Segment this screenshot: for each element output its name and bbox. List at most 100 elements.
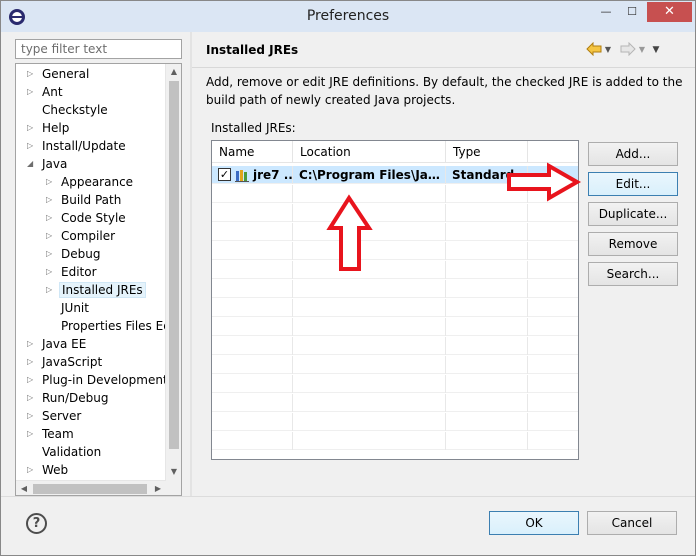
tree-collapsed-icon[interactable]: ▷: [27, 119, 37, 137]
tree-item-label: Installed JREs: [59, 282, 146, 298]
tree-expanded-icon[interactable]: ◢: [27, 155, 37, 173]
tree-item[interactable]: ▷ Compiler: [46, 227, 117, 245]
window-title: Preferences: [306, 8, 390, 24]
tree-horizontal-thumb[interactable]: [33, 484, 147, 494]
scroll-down-icon[interactable]: ▼: [166, 464, 181, 480]
empty-cell: [212, 185, 293, 203]
tree-item[interactable]: ▷ Java EE: [27, 335, 88, 353]
tree-item[interactable]: ▷ Help: [27, 119, 71, 137]
tree-item[interactable]: ▷ Appearance: [46, 173, 135, 191]
help-icon[interactable]: ?: [26, 513, 47, 534]
close-button[interactable]: ✕: [647, 2, 692, 22]
tree-collapsed-icon[interactable]: ▷: [46, 263, 56, 281]
add-button[interactable]: Add...: [588, 142, 678, 166]
tree-collapsed-icon[interactable]: ▷: [27, 389, 37, 407]
tree-vertical-scrollbar[interactable]: ▲ ▼: [165, 64, 181, 480]
cancel-button[interactable]: Cancel: [587, 511, 677, 535]
tree-collapsed-icon[interactable]: ▷: [46, 173, 56, 191]
tree-collapsed-icon[interactable]: ▷: [27, 461, 37, 479]
tree-item-label: Code Style: [61, 211, 126, 225]
tree-item[interactable]: ▷ Code Style: [46, 209, 128, 227]
empty-table-row: [212, 299, 578, 317]
edit-button[interactable]: Edit...: [588, 172, 678, 196]
nav-back-dropdown-icon[interactable]: ▼: [603, 42, 613, 58]
tree-collapsed-icon[interactable]: ▷: [27, 407, 37, 425]
cell-name: ✓ jre7 ...: [212, 166, 293, 184]
tree-items: ▷ General ▷ Ant Checkstyle ▷ Help ▷ Install/Upda…: [16, 64, 166, 480]
tree-item[interactable]: Properties Files Edito: [59, 317, 166, 335]
minimize-button[interactable]: —: [597, 2, 615, 22]
tree-item[interactable]: ▷ Web: [27, 461, 70, 479]
nav-forward-dropdown-icon[interactable]: ▼: [637, 42, 647, 58]
column-header-name[interactable]: Name: [212, 141, 293, 163]
column-header-location[interactable]: Location: [293, 141, 446, 163]
empty-cell: [446, 318, 528, 336]
filter-input[interactable]: [15, 39, 182, 59]
tree-item[interactable]: ▷ Plug-in Development: [27, 371, 166, 389]
tree-item[interactable]: ▷ Build Path: [46, 191, 123, 209]
tree-vertical-thumb[interactable]: [169, 81, 179, 449]
tree-collapsed-icon[interactable]: ▷: [27, 353, 37, 371]
jre-checkbox[interactable]: ✓: [218, 168, 231, 181]
empty-table-row: [212, 242, 578, 260]
tree-item[interactable]: JUnit: [59, 299, 91, 317]
cell-location: C:\Program Files\Java\j...: [293, 166, 446, 184]
tree-item-label: General: [42, 67, 90, 81]
tree-collapsed-icon[interactable]: ▷: [27, 335, 37, 353]
tree-item-label: JUnit: [61, 301, 89, 315]
page-title: Installed JREs: [206, 43, 299, 57]
bottom-separator: [1, 496, 695, 497]
empty-cell: [446, 394, 528, 412]
scroll-right-icon[interactable]: ▶: [150, 481, 166, 495]
tree-item[interactable]: ▷ Run/Debug: [27, 389, 111, 407]
tree-item[interactable]: ▷ JavaScript: [27, 353, 104, 371]
remove-button[interactable]: Remove: [588, 232, 678, 256]
tree-item[interactable]: ▷ Debug: [46, 245, 102, 263]
nav-forward-icon[interactable]: [620, 41, 636, 58]
page-header: Installed JREs ▼ ▼ ▼: [192, 32, 695, 68]
empty-cell: [293, 299, 446, 317]
empty-cell: [293, 318, 446, 336]
tree-collapsed-icon[interactable]: ▷: [46, 209, 56, 227]
column-header-type[interactable]: Type: [446, 141, 528, 163]
duplicate-button[interactable]: Duplicate...: [588, 202, 678, 226]
tree-collapsed-icon[interactable]: ▷: [27, 83, 37, 101]
tree-item[interactable]: ▷ Server: [27, 407, 83, 425]
tree-item[interactable]: Validation: [40, 443, 103, 461]
tree-collapsed-icon[interactable]: ▷: [46, 281, 56, 299]
tree-collapsed-icon[interactable]: ▷: [46, 191, 56, 209]
empty-cell: [293, 280, 446, 298]
tree-item[interactable]: ▷ Ant: [27, 83, 65, 101]
view-menu-icon[interactable]: ▼: [650, 42, 662, 58]
title-bar[interactable]: Preferences — ☐ ✕: [1, 1, 695, 32]
scroll-up-icon[interactable]: ▲: [166, 64, 181, 80]
empty-cell: [212, 413, 293, 431]
tree-item[interactable]: ▷ Installed JREs: [46, 281, 146, 299]
tree-item[interactable]: ◢ Java: [27, 155, 69, 173]
installed-jres-label: Installed JREs:: [211, 121, 296, 135]
tree-collapsed-icon[interactable]: ▷: [27, 371, 37, 389]
nav-back-icon[interactable]: [586, 41, 602, 58]
tree-horizontal-scrollbar[interactable]: ◀ ▶: [16, 480, 166, 495]
empty-cell: [293, 375, 446, 393]
tree-collapsed-icon[interactable]: ▷: [46, 227, 56, 245]
tree-item[interactable]: ▷ Editor: [46, 263, 99, 281]
tree-item[interactable]: ▷ Team: [27, 425, 76, 443]
tree-collapsed-icon[interactable]: ▷: [27, 65, 37, 83]
search-button[interactable]: Search...: [588, 262, 678, 286]
tree-item[interactable]: Checkstyle: [40, 101, 110, 119]
ok-button[interactable]: OK: [489, 511, 579, 535]
tree-item-label: Build Path: [61, 193, 122, 207]
tree-collapsed-icon[interactable]: ▷: [27, 425, 37, 443]
tree-collapsed-icon[interactable]: ▷: [46, 245, 56, 263]
empty-table-row: [212, 394, 578, 412]
tree-item[interactable]: ▷ Install/Update: [27, 137, 128, 155]
tree-collapsed-icon[interactable]: ▷: [27, 137, 37, 155]
scrollbar-corner: [166, 480, 181, 495]
tree-item[interactable]: ▷ General: [27, 65, 91, 83]
empty-cell: [446, 280, 528, 298]
empty-table-row: [212, 413, 578, 431]
scroll-left-icon[interactable]: ◀: [16, 481, 32, 495]
empty-table-row: [212, 432, 578, 450]
maximize-button[interactable]: ☐: [623, 2, 641, 22]
